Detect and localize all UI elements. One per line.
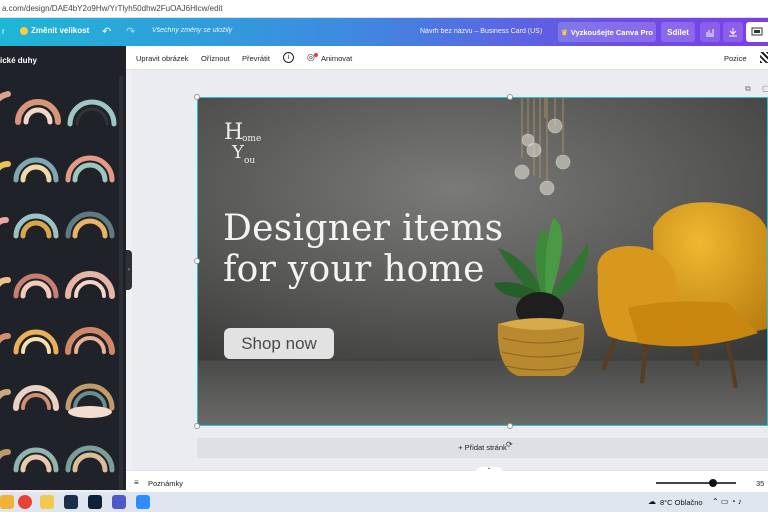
gold-basket [497,318,585,376]
elements-panel: ické duhy [0,46,126,490]
zoom-app-icon[interactable] [136,495,150,509]
os-taskbar: ☁ 8°C Oblačno ⌃ ▭ ◔ ♪ [0,492,768,512]
info-icon[interactable]: i [283,52,294,63]
edit-image-button[interactable]: Upravit obrázek [136,54,189,63]
crown-icon [20,26,28,35]
rotate-icon[interactable]: ⟳ [506,440,513,449]
resize-button[interactable]: Změnit velikost [20,26,89,35]
panel-title: ické duhy [0,56,37,65]
chrome-icon[interactable] [18,495,32,509]
animate-button[interactable]: Animovat [321,54,352,63]
photoshop-icon[interactable] [88,495,102,509]
crown-icon: ♛ [561,27,568,37]
teams-icon[interactable] [112,495,126,509]
design-canvas[interactable]: H ome Y ou Designer items for your home … [197,97,768,426]
resize-handle[interactable] [194,423,200,429]
share-button[interactable]: Sdílet [661,22,695,42]
resize-handle[interactable] [194,94,200,100]
cloud-icon: ☁ [648,497,656,506]
transparency-icon[interactable] [760,52,768,63]
download-icon[interactable] [723,22,743,42]
zoom-slider-knob[interactable] [709,479,717,487]
document-title[interactable]: Návrh bez názvu – Business Card (US) [420,28,542,35]
position-button[interactable]: Pozice [724,54,747,63]
notes-icon: ≡ [134,478,139,487]
browser-url[interactable]: a.com/design/DAE4bY2o9Hw/YrTlyh50dhw2FuO… [0,0,768,18]
resize-handle[interactable] [507,94,513,100]
folder-icon[interactable] [40,495,54,509]
rainbow-row [0,91,117,473]
headline-line-1: Designer items [223,208,504,249]
present-button[interactable] [746,22,768,42]
lightroom-icon[interactable] [64,495,78,509]
back-link[interactable]: r [2,27,5,36]
panel-scrollbar[interactable] [119,76,123,490]
add-page-icon[interactable]: ▢ [762,84,768,93]
redo-icon[interactable]: ↷ [126,25,135,38]
logo-text-ome: ome [242,134,262,144]
weather-status[interactable]: 8°C Oblačno [660,498,703,507]
resize-label: Změnit velikost [31,26,90,35]
save-status: Všechny změny se uložily [152,27,233,34]
resize-handle[interactable] [194,258,200,264]
notes-button[interactable]: Poznámky [148,479,183,488]
system-tray-icons[interactable]: ⌃ ▭ ◔ ♪ [712,497,742,506]
logo-letter-y: Y [232,142,244,163]
resize-handle[interactable] [507,423,513,429]
expand-pages-icon[interactable]: ⌃ [474,467,504,475]
duplicate-page-icon[interactable]: ⧉ [745,84,751,94]
rainbow-grid [0,91,117,473]
try-pro-button[interactable]: ♛ Vyzkoušejte Canva Pro [558,22,656,42]
headline[interactable]: Designer items for your home [223,208,503,290]
flip-button[interactable]: Převrátit [242,54,270,63]
zoom-value[interactable]: 35 [756,479,764,488]
shop-now-button[interactable]: Shop now [224,328,334,359]
zoom-slider-track[interactable] [656,482,736,484]
try-pro-label: Vyzkoušejte Canva Pro [570,27,653,37]
headline-line-2: for your home [223,249,485,290]
insights-icon[interactable] [700,22,720,42]
add-page-button[interactable]: + Přidat stránk [197,438,768,458]
logo-text-ou: ou [244,156,256,166]
animate-icon: ◎ [307,52,315,62]
crop-button[interactable]: Oříznout [201,54,230,63]
undo-icon[interactable]: ↶ [102,25,111,38]
bottom-bar: ≡ Poznámky ⌃ 35 [126,467,768,492]
app-icon[interactable] [0,495,14,509]
context-toolbar: Upravit obrázek Oříznout Převrátit i ◎ A… [126,46,768,70]
top-bar: r Změnit velikost ↶ ↷ Všechny změny se u… [0,18,768,46]
